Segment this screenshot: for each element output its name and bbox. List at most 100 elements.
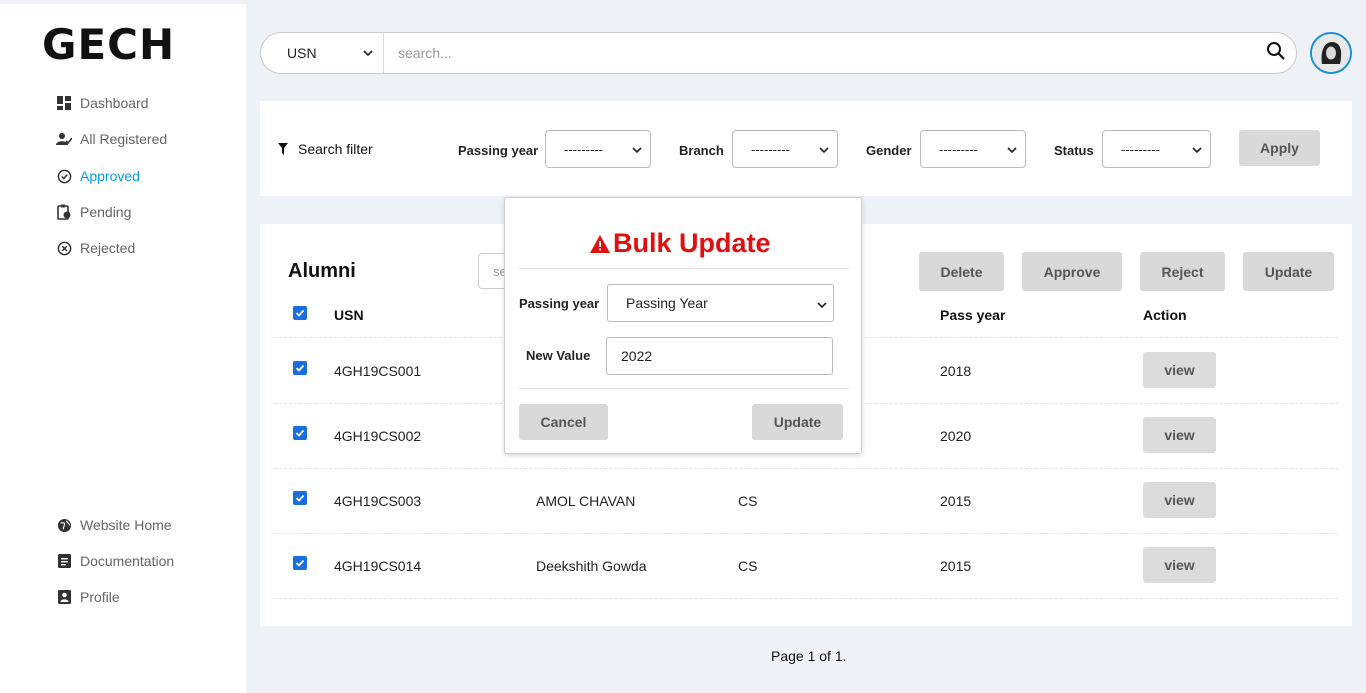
- branch-select-value: ---------: [751, 141, 790, 157]
- gender-select-value: ---------: [939, 141, 978, 157]
- sidebar-item-label: Website Home: [80, 517, 172, 533]
- cell-pass-year: 2018: [940, 363, 972, 379]
- row-checkbox[interactable]: [293, 491, 307, 505]
- view-button[interactable]: view: [1143, 352, 1216, 388]
- status-select[interactable]: ---------: [1102, 130, 1211, 168]
- modal-divider: [519, 388, 849, 389]
- sidebar-item-rejected[interactable]: Rejected: [56, 238, 135, 258]
- branch-select[interactable]: ---------: [732, 130, 838, 168]
- passing-year-label: Passing year: [458, 143, 539, 158]
- bulk-field-label: Passing year: [519, 296, 600, 311]
- chevron-down-icon: [819, 143, 829, 158]
- filter-title: Search filter: [278, 141, 373, 157]
- row-divider: [274, 468, 1338, 469]
- view-button[interactable]: view: [1143, 547, 1216, 583]
- passing-year-select[interactable]: ---------: [545, 130, 651, 168]
- status-label: Status: [1054, 143, 1094, 158]
- row-checkbox[interactable]: [293, 556, 307, 570]
- view-button[interactable]: view: [1143, 417, 1216, 453]
- sidebar-item-label: Rejected: [80, 240, 136, 256]
- passing-year-select-value: ---------: [564, 141, 603, 157]
- bulk-field-select-value: Passing Year: [626, 295, 708, 311]
- avatar[interactable]: [1310, 32, 1352, 74]
- cancel-button[interactable]: Cancel: [519, 404, 608, 440]
- sidebar-item-label: Pending: [80, 204, 132, 220]
- bulk-field-select[interactable]: Passing Year: [607, 284, 834, 322]
- cell-pass-year: 2015: [940, 493, 972, 509]
- cell-name: AMOL CHAVAN: [536, 493, 636, 509]
- filter-panel: Search filter Passing year --------- Bra…: [260, 101, 1352, 196]
- cell-usn: 4GH19CS003: [334, 493, 422, 509]
- check-circle-icon: [56, 168, 72, 184]
- chevron-down-icon: [817, 297, 827, 313]
- gender-label: Gender: [866, 143, 912, 158]
- sidebar-item-label: Approved: [80, 168, 140, 184]
- column-header-usn[interactable]: USN: [334, 307, 364, 323]
- sidebar-item-website-home[interactable]: Website Home: [56, 515, 172, 535]
- row-checkbox[interactable]: [293, 426, 307, 440]
- profile-icon: [56, 589, 72, 605]
- sidebar-item-label: Profile: [80, 589, 120, 605]
- cell-pass-year: 2020: [940, 428, 972, 444]
- apply-button[interactable]: Apply: [1239, 130, 1320, 166]
- column-header-pass-year[interactable]: Pass year: [940, 307, 1005, 323]
- sidebar-item-label: Dashboard: [80, 95, 149, 111]
- column-header-action: Action: [1143, 307, 1187, 323]
- view-button[interactable]: view: [1143, 482, 1216, 518]
- row-checkbox[interactable]: [293, 361, 307, 375]
- sidebar-item-pending[interactable]: Pending: [56, 202, 131, 222]
- new-value-label: New Value: [526, 348, 591, 363]
- sidebar-item-label: All Registered: [80, 131, 168, 147]
- delete-button[interactable]: Delete: [919, 252, 1004, 291]
- clipboard-clock-icon: [56, 204, 72, 220]
- cell-branch: CS: [738, 493, 758, 509]
- document-icon: [56, 553, 72, 569]
- sidebar-item-label: Documentation: [80, 553, 175, 569]
- cell-usn: 4GH19CS001: [334, 363, 422, 379]
- filter-title-label: Search filter: [298, 141, 373, 157]
- app-logo: GECH: [42, 20, 176, 69]
- modal-title-text: Bulk Update: [613, 228, 771, 258]
- section-title: Alumni: [288, 260, 356, 282]
- dashboard-icon: [56, 95, 72, 111]
- search-field-select[interactable]: USN: [261, 33, 384, 73]
- chevron-down-icon: [1007, 143, 1017, 158]
- filter-icon: [278, 143, 288, 155]
- row-divider: [274, 533, 1338, 534]
- gender-select[interactable]: ---------: [920, 130, 1026, 168]
- cell-usn: 4GH19CS002: [334, 428, 422, 444]
- warning-icon: [589, 234, 611, 254]
- sidebar-item-all-registered[interactable]: All Registered: [56, 129, 167, 149]
- approve-button[interactable]: Approve: [1022, 252, 1122, 291]
- cell-branch: CS: [738, 558, 758, 574]
- sidebar-item-dashboard[interactable]: Dashboard: [56, 93, 149, 113]
- global-search-bar: USN search...: [260, 32, 1297, 74]
- modal-title: Bulk Update: [589, 228, 771, 259]
- sidebar: GECH Dashboard All Registered Approved P…: [0, 4, 246, 693]
- chevron-down-icon: [632, 143, 642, 158]
- modal-divider: [519, 268, 849, 269]
- status-select-value: ---------: [1121, 141, 1160, 157]
- chevron-down-icon: [363, 45, 373, 61]
- branch-label: Branch: [679, 143, 724, 158]
- reject-button[interactable]: Reject: [1140, 252, 1225, 291]
- sidebar-item-approved[interactable]: Approved: [56, 166, 140, 186]
- search-field-select-value: USN: [287, 45, 317, 61]
- search-icon[interactable]: [1266, 41, 1286, 66]
- sidebar-item-profile[interactable]: Profile: [56, 587, 120, 607]
- cell-usn: 4GH19CS014: [334, 558, 422, 574]
- x-circle-icon: [56, 240, 72, 256]
- new-value-input[interactable]: 2022: [606, 337, 833, 375]
- bulk-update-modal: Bulk Update Passing year Passing Year Ne…: [504, 197, 862, 454]
- chevron-down-icon: [1192, 143, 1202, 158]
- search-input[interactable]: search...: [398, 45, 452, 61]
- update-button[interactable]: Update: [752, 404, 843, 440]
- row-divider: [274, 598, 1338, 599]
- pagination-text: Page 1 of 1.: [771, 648, 847, 664]
- select-all-checkbox[interactable]: [293, 306, 307, 320]
- cell-pass-year: 2015: [940, 558, 972, 574]
- cell-name: Deekshith Gowda: [536, 558, 647, 574]
- globe-icon: [56, 517, 72, 533]
- sidebar-item-documentation[interactable]: Documentation: [56, 551, 174, 571]
- bulk-update-button[interactable]: Update: [1243, 252, 1334, 291]
